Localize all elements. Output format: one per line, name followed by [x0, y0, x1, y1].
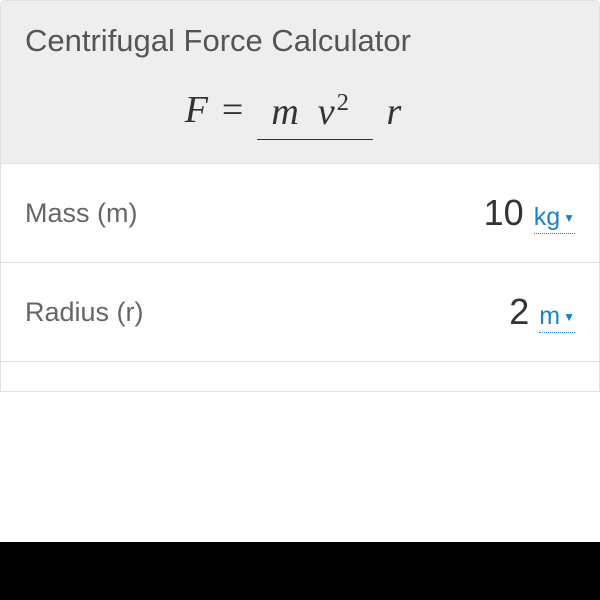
radius-input[interactable] [429, 291, 529, 333]
mass-unit-text: kg [534, 203, 560, 232]
chevron-down-icon: ▼ [563, 211, 575, 225]
formula-equals: = [222, 90, 243, 132]
radius-unit-selector[interactable]: m ▼ [539, 302, 575, 333]
radius-value-group: m ▼ [429, 291, 575, 333]
page-title: Centrifugal Force Calculator [25, 23, 575, 59]
mass-value-group: kg ▼ [424, 192, 575, 234]
input-row-radius: Radius (r) m ▼ [1, 262, 599, 361]
input-row-mass: Mass (m) kg ▼ [1, 163, 599, 262]
mass-unit-selector[interactable]: kg ▼ [534, 203, 575, 234]
chevron-down-icon: ▼ [563, 310, 575, 324]
formula-lhs: F [185, 90, 208, 132]
mass-input[interactable] [424, 192, 524, 234]
mass-label: Mass (m) [25, 198, 137, 229]
formula-fraction: m v2 r [257, 89, 415, 133]
calculator-card: Centrifugal Force Calculator F = m v2 r … [0, 0, 600, 392]
empty-row [1, 361, 599, 391]
bottom-bar [0, 542, 600, 600]
formula-denominator: r [373, 85, 416, 135]
card-header: Centrifugal Force Calculator F = m v2 r [1, 1, 599, 163]
formula-exp: 2 [337, 89, 349, 116]
radius-unit-text: m [539, 302, 560, 331]
radius-label: Radius (r) [25, 297, 144, 328]
formula-display: F = m v2 r [25, 89, 575, 133]
formula-v: v [318, 91, 335, 133]
formula-numerator: m v2 [257, 89, 372, 140]
formula-m: m [271, 91, 298, 133]
